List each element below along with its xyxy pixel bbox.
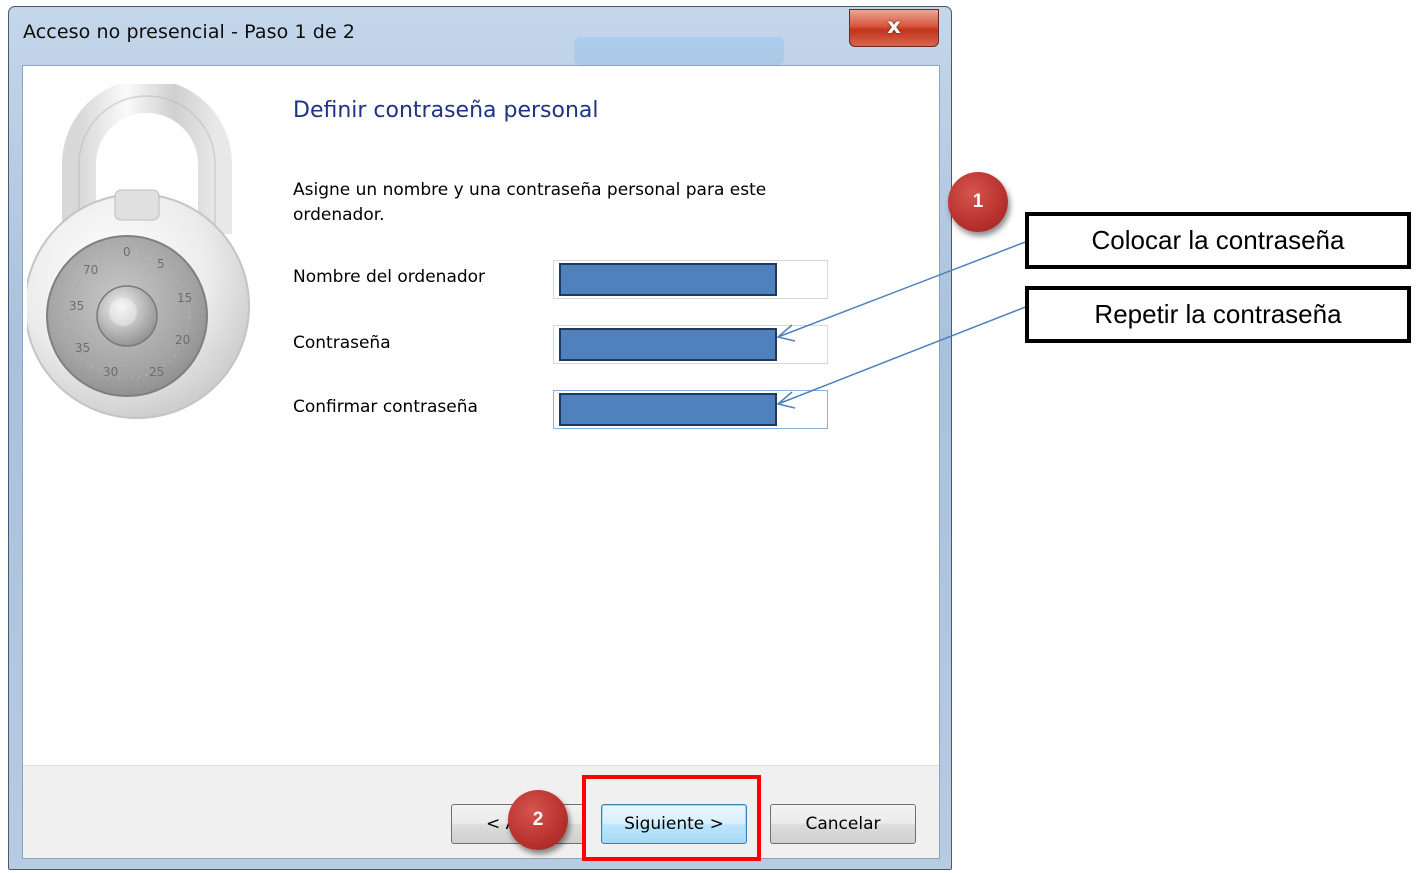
callout-repeat-password: Repetir la contraseña — [1025, 286, 1411, 343]
computer-name-label: Nombre del ordenador — [293, 267, 486, 287]
svg-text:0: 0 — [123, 245, 131, 259]
page-description: Asigne un nombre y una contraseña person… — [293, 180, 767, 225]
next-button-highlight — [582, 775, 761, 861]
password-input[interactable] — [554, 326, 827, 363]
confirm-password-label: Confirmar contraseña — [293, 397, 478, 417]
dialog-client-area: 0 5 15 20 25 30 35 35 70 Definir contras… — [22, 65, 940, 859]
svg-text:70: 70 — [83, 263, 98, 277]
dialog-window: Acceso no presencial - Paso 1 de 2 x 0 5… — [8, 6, 952, 870]
svg-text:5: 5 — [157, 257, 165, 271]
svg-text:30: 30 — [103, 365, 118, 379]
confirm-password-input[interactable] — [554, 391, 827, 428]
svg-text:35: 35 — [75, 341, 90, 355]
password-field[interactable] — [553, 325, 828, 364]
step-badge-2: 2 — [508, 790, 568, 850]
password-label: Contraseña — [293, 333, 391, 353]
close-icon: x — [887, 14, 901, 38]
confirm-password-field[interactable] — [553, 390, 828, 429]
dialog-footer: < Atrás Siguiente > Cancelar — [23, 765, 939, 858]
computer-name-input[interactable] — [554, 261, 827, 298]
callout-password: Colocar la contraseña — [1025, 212, 1411, 269]
title-bar[interactable]: Acceso no presencial - Paso 1 de 2 x — [9, 7, 951, 65]
svg-text:25: 25 — [149, 365, 164, 379]
page-heading: Definir contraseña personal — [293, 98, 599, 123]
title-bar-glass — [574, 37, 784, 65]
window-title: Acceso no presencial - Paso 1 de 2 — [23, 21, 356, 43]
computer-name-field[interactable] — [553, 260, 828, 299]
svg-text:20: 20 — [175, 333, 190, 347]
svg-text:35: 35 — [69, 299, 84, 313]
cancel-button[interactable]: Cancelar — [770, 804, 916, 844]
svg-text:15: 15 — [177, 291, 192, 305]
step-badge-1: 1 — [948, 172, 1008, 232]
close-button[interactable]: x — [849, 9, 939, 47]
combination-padlock-icon: 0 5 15 20 25 30 35 35 70 — [27, 84, 250, 419]
